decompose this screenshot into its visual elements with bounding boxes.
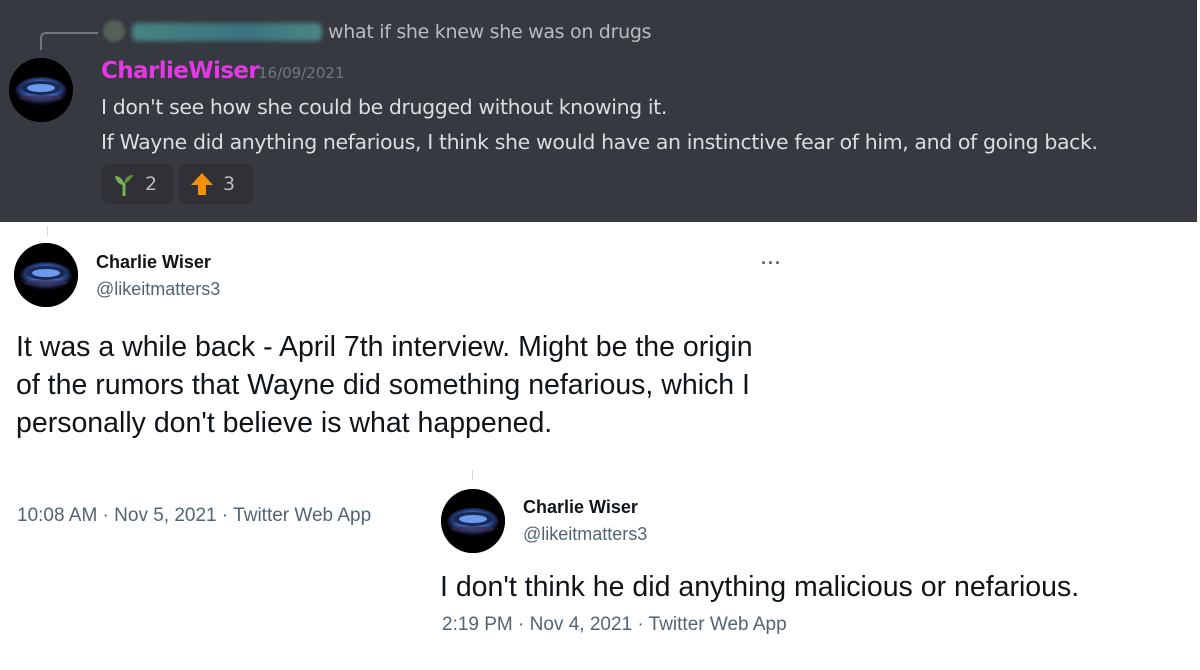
message-line: I don't see how she could be drugged wit… bbox=[101, 95, 667, 119]
gas-burner-icon bbox=[14, 243, 78, 307]
avatar[interactable] bbox=[441, 489, 505, 553]
display-name[interactable]: Charlie Wiser bbox=[96, 252, 211, 273]
reaction-count: 3 bbox=[223, 173, 236, 195]
display-name[interactable]: Charlie Wiser bbox=[523, 497, 638, 518]
user-handle[interactable]: @likeitmatters3 bbox=[96, 279, 220, 300]
message-line: If Wayne did anything nefarious, I think… bbox=[101, 130, 1098, 154]
up-arrow-icon bbox=[191, 173, 213, 195]
thread-line bbox=[47, 226, 48, 236]
gas-burner-icon bbox=[9, 58, 73, 122]
reply-avatar-redacted bbox=[103, 20, 125, 42]
gas-burner-icon bbox=[441, 489, 505, 553]
avatar[interactable] bbox=[9, 58, 73, 122]
thread-line bbox=[472, 470, 473, 480]
discord-message: what if she knew she was on drugs Charli… bbox=[0, 0, 1197, 222]
reply-username-redacted bbox=[132, 23, 322, 41]
tweet-timestamp[interactable]: 2:19 PM · Nov 4, 2021 · Twitter Web App bbox=[442, 614, 787, 636]
user-handle[interactable]: @likeitmatters3 bbox=[523, 524, 647, 545]
tweet-timestamp[interactable]: 10:08 AM · Nov 5, 2021 · Twitter Web App bbox=[17, 505, 371, 527]
author-name[interactable]: CharlieWiser bbox=[101, 58, 260, 84]
reply-connector bbox=[40, 32, 98, 50]
tweet-text: It was a while back - April 7th intervie… bbox=[16, 331, 753, 439]
message-timestamp: 16/09/2021 bbox=[258, 64, 345, 82]
avatar[interactable] bbox=[14, 243, 78, 307]
seedling-icon bbox=[115, 175, 133, 196]
more-options-icon[interactable]: ··· bbox=[761, 253, 782, 274]
reaction-button[interactable]: 3 bbox=[179, 164, 253, 204]
reaction-button[interactable]: 2 bbox=[101, 164, 173, 204]
reaction-count: 2 bbox=[145, 173, 158, 195]
reply-preview-text[interactable]: what if she knew she was on drugs bbox=[328, 21, 651, 43]
tweet-text: I don't think he did anything malicious … bbox=[440, 571, 1080, 603]
